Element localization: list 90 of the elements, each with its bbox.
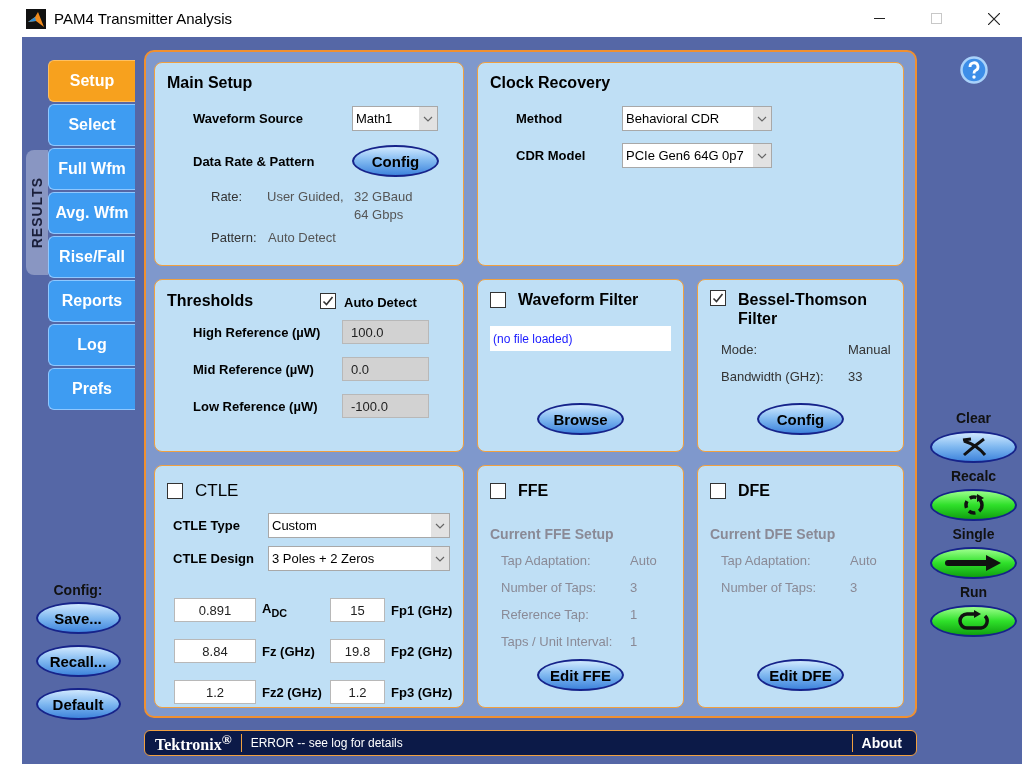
checkbox[interactable] (710, 290, 726, 306)
info-value: 32 GBaud (354, 189, 413, 204)
value-field[interactable]: 1.2 (174, 680, 256, 704)
card-title: CTLE (195, 481, 239, 500)
field-label: Fp2 (GHz) (391, 643, 453, 659)
window-title: PAM4 Transmitter Analysis (54, 10, 233, 27)
pill-button[interactable]: Save... (35, 602, 121, 634)
info-label: Rate: (211, 189, 244, 204)
about-link[interactable]: About (861, 735, 902, 751)
info-label: Pattern: (211, 230, 258, 245)
pill-button[interactable]: Config (352, 145, 439, 177)
setting-label: Tap Adaptation: (501, 553, 592, 568)
file-field[interactable]: (no file loaded) (490, 326, 671, 351)
chevron-down-icon (431, 514, 449, 537)
field-label: A$_{DC}$ (262, 601, 288, 619)
value-field[interactable]: 1.2 (330, 680, 385, 704)
setting-label: Tap Adaptation: (721, 553, 812, 568)
loop-arrow-icon (956, 610, 991, 632)
info-value: User Guided, (267, 189, 345, 204)
setting-value: Auto (630, 553, 657, 568)
field-label: Mid Reference (µW) (193, 361, 315, 377)
info-value: 64 Gbps (354, 207, 405, 222)
dropdown[interactable]: Behavioral CDR (622, 106, 772, 131)
value-field[interactable]: 15 (330, 598, 385, 622)
results-tab[interactable]: RESULTS (26, 150, 48, 275)
pill-button[interactable]: Config (757, 403, 844, 435)
dropdown[interactable]: PCIe Gen6 64G 0p7 (622, 143, 772, 168)
field-label: High Reference (µW) (193, 324, 322, 340)
checkbox[interactable] (490, 291, 506, 308)
action-label: Clear (956, 409, 991, 427)
setting-label: Number of Taps: (721, 580, 818, 595)
field-label: Fp3 (GHz) (391, 684, 453, 700)
help-icon[interactable] (959, 56, 988, 84)
pill-button[interactable]: Recall... (35, 645, 121, 677)
setting-label: Number of Taps: (501, 580, 598, 595)
field-label: Fz (GHz) (262, 643, 315, 659)
minimize-icon[interactable] (874, 17, 885, 20)
card-title: Clock Recovery (490, 74, 612, 92)
card-title: Waveform Filter (518, 290, 639, 309)
setting-label: Bandwidth (GHz): (721, 369, 825, 384)
field-label: CTLE Design (173, 551, 255, 566)
setting-value: 1 (630, 634, 638, 649)
pill-button[interactable]: Browse (537, 403, 624, 435)
action-label: Single (952, 525, 995, 543)
config-label: Config: (53, 582, 103, 598)
card-title: Bessel-Thomson Filter (738, 290, 868, 328)
setting-value: 3 (630, 580, 638, 595)
section-title: Current FFE Setup (490, 526, 615, 542)
status-message: ERROR -- see log for details (250, 736, 404, 750)
setting-value: Manual (848, 342, 891, 357)
setting-label: Mode: (721, 342, 759, 357)
close-icon[interactable] (987, 12, 1000, 25)
setting-label: Reference Tap: (501, 607, 590, 622)
card-title: Thresholds (167, 291, 255, 310)
chevron-down-icon (753, 144, 771, 167)
field-label: Fp1 (GHz) (391, 602, 453, 618)
action-label: Recalc (950, 467, 997, 485)
checkbox[interactable] (167, 482, 183, 499)
value-field[interactable]: 8.84 (174, 639, 256, 663)
setting-value: 1 (630, 607, 638, 622)
field-label: Low Reference (µW) (193, 398, 319, 414)
pill-button[interactable]: Default (35, 688, 121, 720)
dropdown[interactable]: Custom (268, 513, 450, 538)
dropdown[interactable]: 3 Poles + 2 Zeros (268, 546, 450, 571)
setting-label: Taps / Unit Interval: (501, 634, 614, 649)
chevron-down-icon (753, 107, 771, 130)
field-label: Data Rate & Pattern (193, 153, 316, 169)
info-value: Auto Detect (268, 230, 336, 245)
value-field[interactable]: 19.8 (330, 639, 385, 663)
card-title: DFE (738, 481, 770, 500)
chevron-down-icon (419, 107, 437, 130)
field-label: CDR Model (516, 148, 587, 163)
checkbox-label: Auto Detect (344, 295, 417, 310)
setting-value: 33 (848, 369, 863, 384)
app-icon (26, 8, 46, 29)
dropdown[interactable]: Math1 (352, 106, 438, 131)
section-title: Current DFE Setup (710, 526, 837, 542)
card-title: Main Setup (167, 74, 254, 92)
action-label: Run (959, 583, 988, 601)
value-field[interactable]: 0.891 (174, 598, 256, 622)
setting-value: Auto (850, 553, 877, 568)
field-label: Method (516, 111, 564, 126)
card-title: FFE (518, 481, 549, 500)
setting-value: 3 (850, 580, 858, 595)
field-label: Waveform Source (193, 111, 305, 126)
brand-logo: Tektronix$^{®}$ (155, 731, 232, 755)
chevron-down-icon (431, 547, 449, 570)
checkbox[interactable] (320, 292, 336, 309)
field-label: CTLE Type (173, 518, 241, 533)
field-label: Fz2 (GHz) (262, 684, 322, 700)
